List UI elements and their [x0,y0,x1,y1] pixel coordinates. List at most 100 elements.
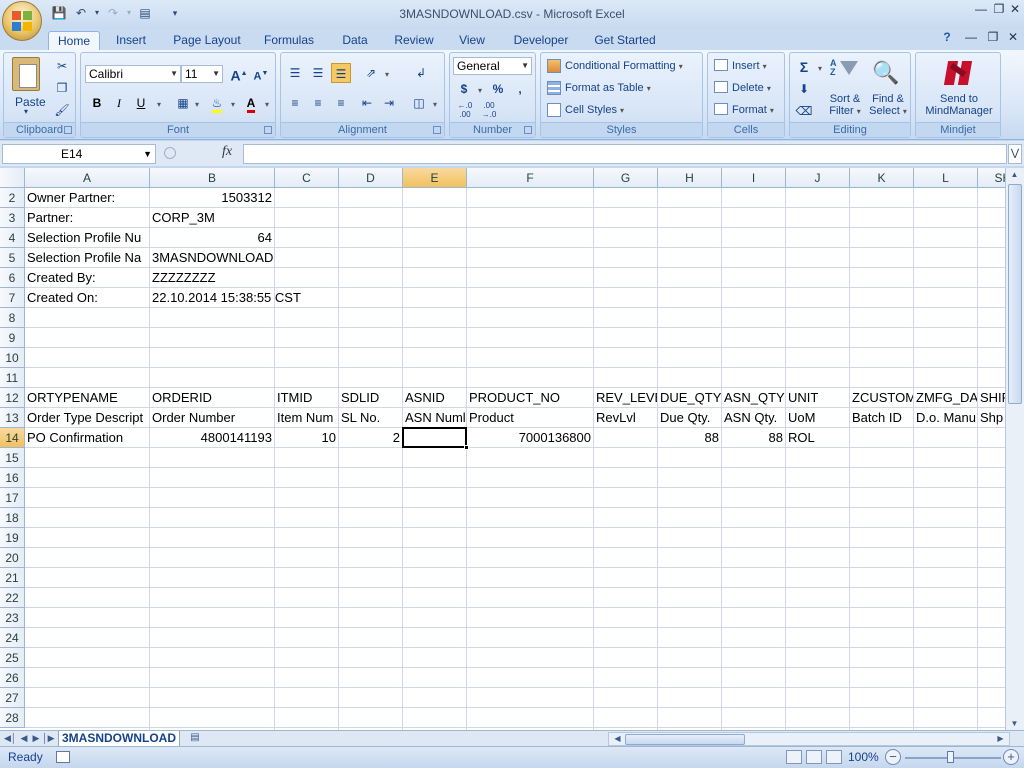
cell-h13[interactable]: Due Qty. [658,408,721,428]
zoom-slider-thumb[interactable] [947,751,954,763]
cell-a13[interactable]: Order Type Descript [25,408,149,428]
align-left-icon[interactable]: ≡ [285,93,305,113]
tab-formulas[interactable]: Formulas [258,31,320,50]
row-header-3[interactable]: 3 [0,208,25,228]
cell-l12[interactable]: ZMFG_DA [914,388,977,408]
cell-g13[interactable]: RevLvl [594,408,657,428]
horizontal-scrollbar[interactable]: ◀ ▶ [608,732,1010,746]
increase-decimal-button[interactable]: ←.0 .00 [454,101,476,121]
paste-dropdown-icon[interactable]: ▾ [24,107,28,116]
column-header-d[interactable]: D [339,168,403,188]
cell-a4[interactable]: Selection Profile Nu [25,228,149,248]
font-color-dropdown-icon[interactable]: ▾ [257,93,277,113]
cell-j13[interactable]: UoM [786,408,849,428]
cell-b2[interactable]: 1503312 [150,188,274,208]
cell-c13[interactable]: Item Num [275,408,338,428]
find-select-button[interactable]: Find & Select ▾ [868,93,908,117]
italic-button[interactable]: I [109,93,129,113]
cell-g12[interactable]: REV_LEVE [594,388,657,408]
help-icon[interactable]: ? [938,30,956,46]
cell-a2[interactable]: Owner Partner: [25,188,149,208]
active-cell-E14[interactable] [402,427,467,448]
fill-icon[interactable]: ⬇ [794,79,814,99]
column-header-j[interactable]: J [786,168,850,188]
scroll-right-icon[interactable]: ▶ [992,734,1009,743]
align-bottom-icon[interactable]: ☰ [331,63,351,83]
cell-l13[interactable]: D.o. Manu [914,408,977,428]
first-sheet-icon[interactable]: ◀│ [4,732,17,745]
cell-m13[interactable]: Shp [978,408,1005,428]
column-header-c[interactable]: C [275,168,339,188]
row-header-20[interactable]: 20 [0,548,25,568]
workbook-restore-icon[interactable]: ❐ [984,30,1002,46]
cell-styles-button[interactable]: Cell Styles ▾ [565,104,624,116]
align-middle-icon[interactable]: ☰ [308,63,328,83]
row-header-15[interactable]: 15 [0,448,25,468]
scroll-left-icon[interactable]: ◀ [609,734,626,743]
grow-font-button[interactable]: A▲ [229,64,249,84]
cell-b12[interactable]: ORDERID [150,388,274,408]
send-to-mindmanager-button[interactable]: Send to MindManager [916,93,1002,117]
column-header-ship[interactable]: SHIP [978,168,1005,188]
row-header-2[interactable]: 2 [0,188,25,208]
row-header-11[interactable]: 11 [0,368,25,388]
currency-dropdown-icon[interactable]: ▾ [470,79,490,99]
cell-h12[interactable]: DUE_QTY [658,388,721,408]
sort-filter-button[interactable]: Sort & Filter ▾ [828,93,862,117]
column-header-l[interactable]: L [914,168,978,188]
cut-icon[interactable]: ✂ [52,56,72,76]
row-header-17[interactable]: 17 [0,488,25,508]
cell-d13[interactable]: SL No. [339,408,402,428]
format-as-table-button[interactable]: Format as Table ▾ [565,82,651,94]
row-header-9[interactable]: 9 [0,328,25,348]
prev-sheet-icon[interactable]: ◀ [18,732,30,745]
page-break-view-icon[interactable] [826,750,842,764]
format-painter-icon[interactable]: 🖌 [52,100,72,120]
delete-cells-button[interactable]: Delete ▾ [732,82,771,94]
next-sheet-icon[interactable]: ▶ [30,732,42,745]
cell-b13[interactable]: Order Number [150,408,274,428]
cell-b14[interactable]: 4800141193 [150,428,274,448]
merge-dropdown-icon[interactable]: ▾ [425,93,445,113]
row-header-22[interactable]: 22 [0,588,25,608]
last-sheet-icon[interactable]: │▶ [42,732,55,745]
minimize-icon[interactable]: — [972,2,990,18]
zoom-out-icon[interactable]: − [885,749,901,765]
cell-a14[interactable]: PO Confirmation [25,428,149,448]
comma-button[interactable]: , [510,79,530,99]
number-format-select[interactable]: General ▼ [453,57,532,75]
cell-h14[interactable]: 88 [658,428,721,448]
row-header-28[interactable]: 28 [0,708,25,728]
row-header-13[interactable]: 13 [0,408,25,428]
normal-view-icon[interactable] [786,750,802,764]
clear-icon[interactable]: ⌫ [794,101,814,121]
row-header-6[interactable]: 6 [0,268,25,288]
row-header-7[interactable]: 7 [0,288,25,308]
office-button[interactable] [2,1,42,41]
tab-insert[interactable]: Insert [108,31,154,50]
column-header-g[interactable]: G [594,168,658,188]
row-header-12[interactable]: 12 [0,388,25,408]
cell-b7[interactable]: 22.10.2014 15:38:55 CST [150,288,301,308]
cell-d12[interactable]: SDLID [339,388,402,408]
workbook-close-icon[interactable]: ✕ [1004,30,1022,46]
increase-indent-icon[interactable]: ⇥ [379,93,399,113]
format-cells-button[interactable]: Format ▾ [732,104,774,116]
tab-page-layout[interactable]: Page Layout [168,31,246,50]
cell-f12[interactable]: PRODUCT_NO [467,388,593,408]
alignment-launcher-icon[interactable] [433,126,441,134]
cell-b3[interactable]: CORP_3M [150,208,274,228]
scroll-up-icon[interactable]: ▲ [1006,170,1023,179]
cell-j12[interactable]: UNIT [786,388,849,408]
cell-a3[interactable]: Partner: [25,208,149,228]
row-header-26[interactable]: 26 [0,668,25,688]
conditional-formatting-button[interactable]: Conditional Formatting ▾ [565,60,683,72]
cell-c12[interactable]: ITMID [275,388,338,408]
row-header-21[interactable]: 21 [0,568,25,588]
cell-m12[interactable]: SHIP [978,388,1005,408]
cell-i12[interactable]: ASN_QTY [722,388,785,408]
cell-k12[interactable]: ZCUSTOM [850,388,913,408]
vertical-scrollbar[interactable]: ▲ ▼ [1005,168,1024,730]
decrease-indent-icon[interactable]: ⇤ [357,93,377,113]
percent-button[interactable]: % [488,79,508,99]
